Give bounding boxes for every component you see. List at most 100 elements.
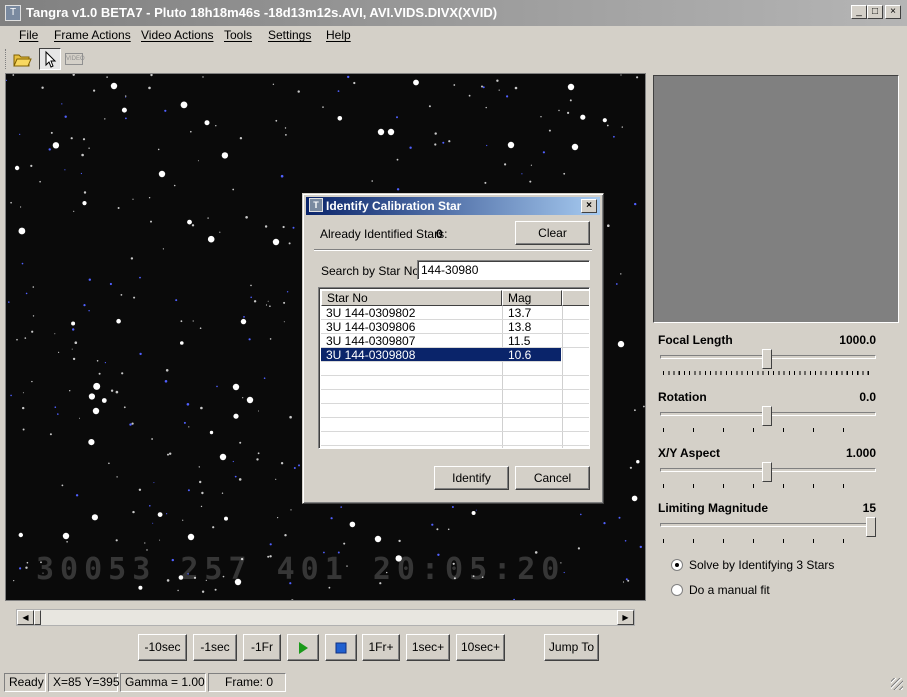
star-dot [157, 512, 163, 517]
open-folder-icon[interactable] [11, 48, 33, 70]
manual-fit-label[interactable]: Do a manual fit [689, 583, 770, 597]
star-dot [506, 95, 509, 98]
column-header-star-no[interactable]: Star No [321, 290, 502, 306]
star-dot [197, 160, 199, 162]
star-dot [224, 516, 228, 521]
select-arrow-icon[interactable] [39, 48, 61, 70]
star-dot [257, 452, 260, 455]
star-dot [256, 458, 259, 461]
manual-fit-radio[interactable] [671, 584, 683, 596]
star-dot [622, 581, 625, 583]
solve-3-stars-radio[interactable] [671, 559, 683, 571]
star-dot [625, 578, 628, 581]
back-1frame-button[interactable]: -1Fr [243, 634, 281, 661]
star-dot [149, 505, 151, 507]
dialog-close-button[interactable]: × [581, 199, 597, 213]
close-button[interactable]: × [885, 5, 901, 19]
column-header-empty[interactable] [562, 290, 589, 306]
scroll-left-icon[interactable]: ◀ [17, 610, 34, 625]
star-dot [216, 385, 218, 388]
star-dot [602, 118, 607, 123]
status-coordinates: X=85 Y=395 [48, 673, 120, 692]
scroll-thumb[interactable] [34, 610, 41, 625]
menu-tools[interactable]: Tools [224, 28, 252, 42]
identify-button[interactable]: Identify [434, 466, 509, 490]
back-1sec-button[interactable]: -1sec [193, 634, 237, 661]
table-row[interactable]: 3U 144-0309807 11.5 [321, 334, 589, 348]
table-row[interactable] [321, 432, 589, 446]
star-dot [66, 541, 68, 543]
star-dot [148, 86, 151, 90]
menu-frame-actions[interactable]: Frame Actions [54, 28, 131, 42]
limiting-magnitude-slider[interactable] [866, 517, 876, 537]
frame-scrollbar[interactable]: ◀ ▶ [16, 609, 635, 626]
star-dot [64, 115, 67, 118]
cancel-button[interactable]: Cancel [515, 466, 590, 490]
resize-grip-icon[interactable] [891, 678, 903, 690]
star-dot [349, 521, 356, 528]
rotation-slider[interactable] [762, 406, 772, 426]
dialog-title-bar: T Identify Calibration Star × [306, 197, 600, 215]
focal-length-ticks [663, 371, 873, 375]
forward-10sec-button[interactable]: 10sec+ [456, 634, 505, 661]
xy-aspect-label: X/Y Aspect [658, 446, 721, 460]
star-results-list[interactable]: Star No Mag 3U 144-0309802 13.7 3U 144-030… [318, 287, 590, 449]
star-dot [190, 130, 192, 133]
star-dot [83, 304, 86, 307]
clear-button[interactable]: Clear [515, 221, 590, 245]
limiting-magnitude-value: 15 [862, 501, 876, 515]
play-button[interactable] [287, 634, 319, 661]
table-row[interactable]: 3U 144-0309802 13.7 [321, 306, 589, 320]
bright-star [246, 396, 254, 404]
menu-video-actions[interactable]: Video Actions [141, 28, 214, 42]
star-dot [91, 514, 98, 521]
star-dot [88, 278, 92, 281]
star-dot [88, 439, 95, 446]
star-search-input[interactable]: 144-30980 [417, 260, 590, 280]
jump-to-button[interactable]: Jump To [544, 634, 599, 661]
star-dot [20, 206, 22, 208]
star-dot [293, 467, 296, 469]
menu-file[interactable]: File [19, 28, 38, 42]
star-dot [280, 462, 284, 465]
video-disabled-icon[interactable]: VIDEO [63, 48, 85, 70]
star-dot [121, 372, 124, 375]
star-dot [396, 158, 399, 161]
star-dot [263, 377, 266, 380]
bright-star [219, 453, 227, 461]
table-row[interactable]: 3U 144-0309806 13.8 [321, 320, 589, 334]
star-dot [328, 586, 331, 589]
minimize-button[interactable]: _ [851, 5, 867, 19]
table-row[interactable] [321, 390, 589, 404]
table-row[interactable] [321, 362, 589, 376]
focal-length-label: Focal Length [658, 333, 733, 347]
menu-help[interactable]: Help [326, 28, 351, 42]
forward-1sec-button[interactable]: 1sec+ [406, 634, 450, 661]
tangra-app-icon[interactable]: T [5, 5, 21, 21]
column-header-mag[interactable]: Mag [502, 290, 562, 306]
xy-aspect-slider[interactable] [762, 462, 772, 482]
table-row[interactable] [321, 418, 589, 432]
focal-length-slider[interactable] [762, 349, 772, 369]
menu-settings[interactable]: Settings [268, 28, 311, 42]
scroll-right-icon[interactable]: ▶ [617, 610, 634, 625]
star-dot [371, 180, 374, 182]
table-row[interactable]: 3U 144-0309808 10.6 [321, 348, 561, 362]
table-row[interactable] [321, 376, 589, 390]
table-row[interactable] [321, 404, 589, 418]
star-dot [72, 357, 76, 361]
star-dot [475, 509, 477, 511]
star-dot [165, 369, 169, 372]
video-timestamp-overlay: 30053 257 401 20:05:20 [36, 552, 566, 587]
star-dot [115, 539, 118, 542]
star-dot [52, 142, 60, 149]
bright-star [374, 535, 382, 543]
star-dot [180, 341, 184, 345]
forward-1frame-button[interactable]: 1Fr+ [362, 634, 400, 661]
solve-3-stars-label[interactable]: Solve by Identifying 3 Stars [689, 558, 834, 572]
back-10sec-button[interactable]: -10sec [138, 634, 187, 661]
star-dot [353, 81, 356, 85]
maximize-button[interactable]: □ [867, 5, 883, 19]
star-dot [540, 116, 542, 118]
stop-button[interactable] [325, 634, 357, 661]
